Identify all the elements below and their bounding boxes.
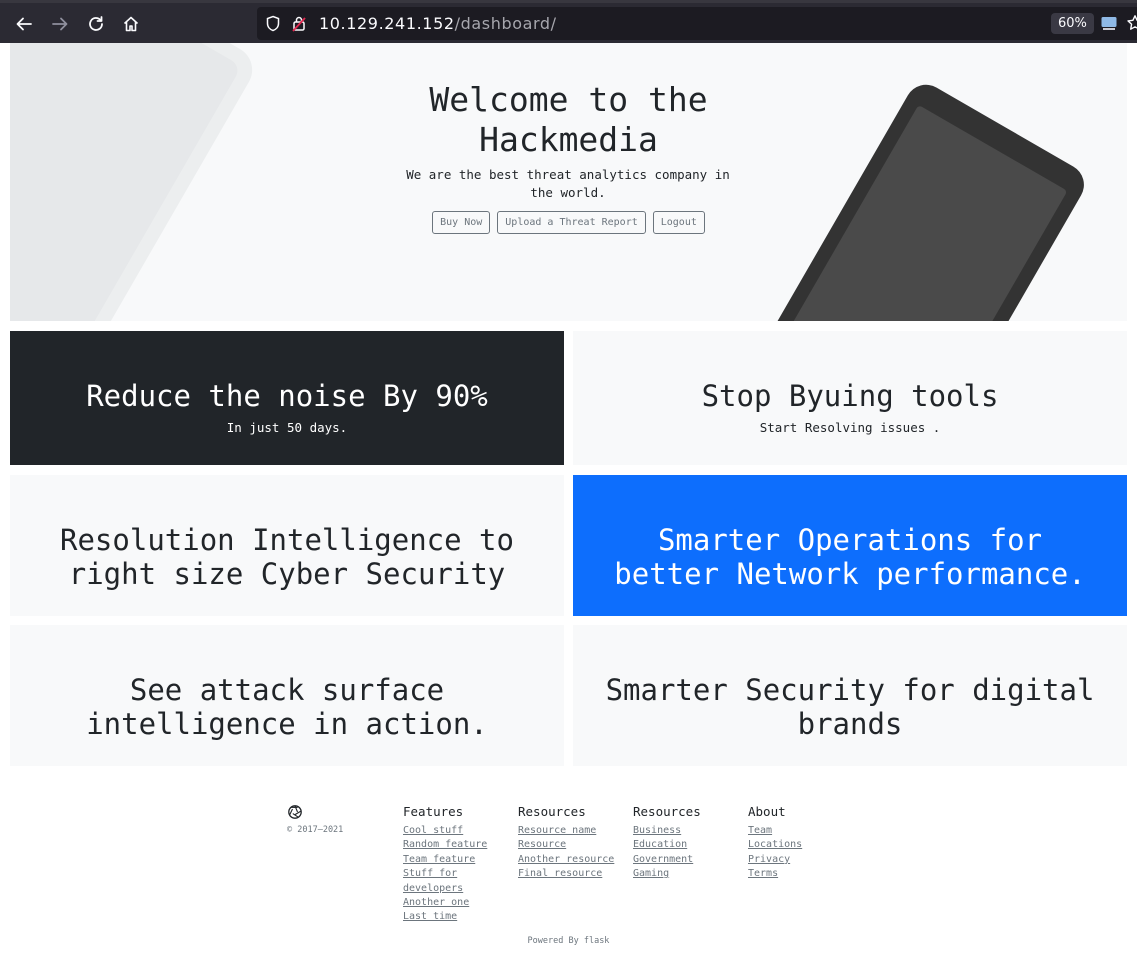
footer-link[interactable]: Resource name (518, 824, 628, 838)
reader-view-icon[interactable] (1100, 15, 1118, 32)
hero-subtitle: We are the best threat analytics company… (406, 167, 730, 200)
feature-panel-digital-brands: Smarter Security for digital brands (573, 625, 1127, 766)
footer-link[interactable]: Team (748, 824, 858, 838)
panel-title: Stop Byuing tools (701, 379, 999, 413)
footer-link[interactable]: Business (633, 824, 743, 838)
footer-link[interactable]: Stuff for developers (403, 867, 483, 896)
feature-panel-attack-surface: See attack surface intelligence in actio… (10, 625, 564, 766)
reload-button[interactable] (85, 13, 107, 35)
hero-button-group: Buy Now Upload a Threat Report Logout (10, 211, 1127, 234)
footer-link[interactable]: Gaming (633, 867, 743, 881)
back-button[interactable] (13, 13, 35, 35)
panel-title: Resolution Intelligence to right size Cy… (60, 523, 514, 591)
forward-arrow-icon (52, 17, 68, 31)
browser-toolbar: 10.129.241.152/dashboard/ 60% (0, 0, 1137, 43)
footer-heading: About (748, 804, 786, 819)
feature-panel-resolution: Resolution Intelligence to right size Cy… (10, 475, 564, 616)
back-arrow-icon (16, 17, 32, 31)
footer-link[interactable]: Another resource (518, 853, 628, 867)
footer-link[interactable]: Last time (403, 910, 513, 924)
hero-section: Welcome to the Hackmedia We are the best… (10, 43, 1127, 321)
footer-link[interactable]: Final resource (518, 867, 628, 881)
panel-text: In just 50 days. (226, 420, 348, 435)
footer-logo[interactable] (287, 804, 303, 824)
buy-now-button[interactable]: Buy Now (432, 211, 491, 234)
forward-button[interactable] (49, 13, 71, 35)
footer-link[interactable]: Team feature (403, 853, 513, 867)
url-path: /dashboard/ (454, 14, 557, 33)
footer-column-about: About Team Locations Privacy Terms (748, 804, 858, 882)
panel-title: Smarter Security for digital brands (605, 673, 1095, 741)
footer-link[interactable]: Locations (748, 838, 858, 852)
footer-column-resources: Resources Resource name Resource Another… (518, 804, 628, 882)
footer-heading: Resources (518, 804, 586, 819)
footer-link[interactable]: Terms (748, 867, 858, 881)
url-host: 10.129.241.152 (319, 14, 455, 33)
hero-title: Welcome to the Hackmedia (10, 80, 1127, 160)
upload-threat-report-button[interactable]: Upload a Threat Report (497, 211, 646, 234)
reload-icon (89, 16, 103, 31)
panel-title: Smarter Operations for better Network pe… (614, 523, 1086, 591)
shield-icon (266, 15, 280, 32)
address-bar[interactable]: 10.129.241.152/dashboard/ 60% (257, 7, 1137, 40)
footer-copyright: © 2017–2021 (287, 825, 344, 835)
feature-panel-tools: Stop Byuing tools Start Resolving issues… (573, 331, 1127, 465)
panel-title: See attack surface intelligence in actio… (86, 673, 488, 741)
powered-by-text: Powered By flask (527, 936, 610, 946)
zoom-level-badge[interactable]: 60% (1051, 13, 1094, 34)
footer-link[interactable]: Cool stuff (403, 824, 513, 838)
home-icon (123, 16, 139, 32)
feature-panel-noise: Reduce the noise By 90% In just 50 days. (10, 331, 564, 465)
logout-button[interactable]: Logout (652, 211, 705, 234)
footer-heading: Resources (633, 804, 701, 819)
footer-column-resources-2: Resources Business Education Government … (633, 804, 743, 882)
bookmark-star-icon[interactable] (1126, 14, 1137, 32)
panel-title: Reduce the noise By 90% (86, 379, 488, 413)
footer-heading: Features (403, 804, 464, 819)
panel-text: Start Resolving issues . (759, 420, 941, 435)
insecure-lock-icon (292, 16, 306, 32)
footer-link[interactable]: Government (633, 853, 743, 867)
aperture-icon (288, 805, 302, 819)
feature-panel-operations: Smarter Operations for better Network pe… (573, 475, 1127, 616)
footer-link[interactable]: Another one (403, 896, 513, 910)
footer-column-features: Features Cool stuff Random feature Team … (403, 804, 513, 925)
footer-link[interactable]: Education (633, 838, 743, 852)
url-text[interactable]: 10.129.241.152/dashboard/ (319, 14, 557, 33)
home-button[interactable] (120, 13, 142, 35)
hero-title-text: Welcome to the Hackmedia (429, 80, 708, 159)
footer-link[interactable]: Privacy (748, 853, 858, 867)
footer-link[interactable]: Resource (518, 838, 628, 852)
footer-link[interactable]: Random feature (403, 838, 513, 852)
